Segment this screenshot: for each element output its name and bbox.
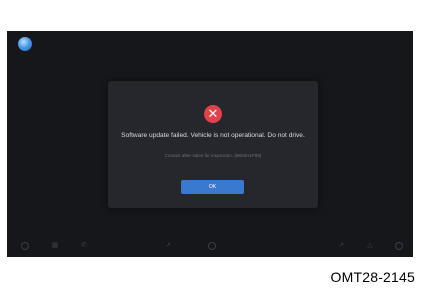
head-unit-screen: ✕ Software update failed. Vehicle is not…: [7, 31, 413, 257]
navigation-icon[interactable]: ↗: [337, 242, 345, 250]
profile-icon[interactable]: [395, 242, 403, 250]
phone-icon[interactable]: ✆: [80, 242, 88, 250]
status-bar: [7, 31, 413, 59]
map-icon[interactable]: △: [366, 242, 374, 250]
error-message: Software update failed. Vehicle is not o…: [121, 132, 305, 139]
ok-button[interactable]: OK: [181, 180, 244, 194]
blue-orb-icon[interactable]: [18, 37, 32, 51]
bottom-dock: ▦ ✆ ↗ ↗ △: [7, 235, 413, 257]
media-icon[interactable]: ▦: [51, 242, 59, 250]
figure-caption: OMT28-2145: [330, 269, 415, 285]
close-x-icon: ✕: [204, 105, 222, 123]
settings-icon[interactable]: [208, 242, 216, 250]
arrow-icon[interactable]: ↗: [164, 242, 172, 250]
error-submessage: Contact after-sales for inspection. (960…: [164, 153, 262, 158]
home-icon[interactable]: [21, 242, 29, 250]
error-dialog: ✕ Software update failed. Vehicle is not…: [108, 81, 318, 208]
